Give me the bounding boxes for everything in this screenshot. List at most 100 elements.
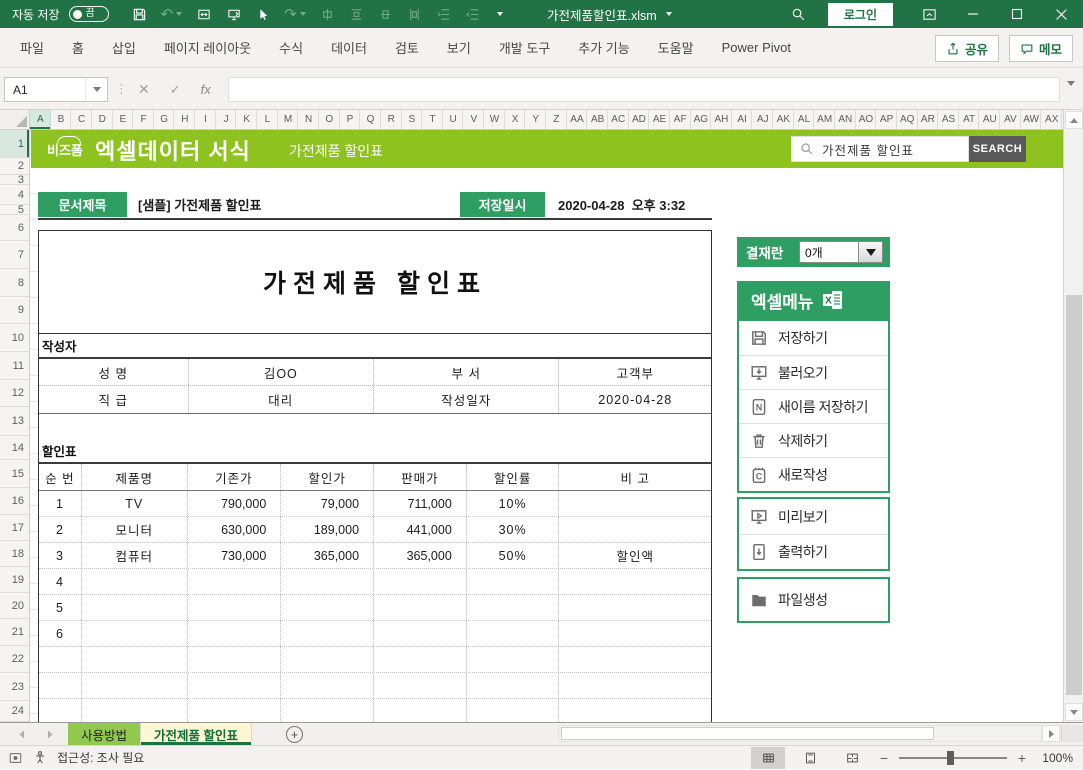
column-header-AU[interactable]: AU [979,110,1000,129]
name-box-dropdown-icon[interactable] [85,78,107,101]
discount-table-cell[interactable]: 6 [39,621,82,646]
discount-section-label[interactable]: 할인표 [39,439,711,464]
row-header-12[interactable]: 12 [0,380,29,407]
row-header-5[interactable]: 5 [0,204,29,216]
column-header-AK[interactable]: AK [773,110,794,129]
ribbon-tab-개발-도구[interactable]: 개발 도구 [485,28,564,67]
column-header-AB[interactable]: AB [587,110,608,129]
menu-item-save[interactable]: 저장하기 [739,321,888,355]
maximize-button[interactable] [995,0,1039,28]
column-header-O[interactable]: O [319,110,340,129]
new-sheet-button[interactable]: + [286,723,303,745]
discount-table-cell[interactable] [559,673,711,698]
column-header-AX[interactable]: AX [1041,110,1062,129]
qat-more-icon[interactable] [494,4,503,24]
menu-item-delete[interactable]: 삭제하기 [739,423,888,457]
saved-at-value[interactable]: 2020-04-28 오후 3:32 [558,192,685,217]
discount-table-cell[interactable] [82,699,188,722]
discount-table-cell[interactable]: 10% [467,491,560,516]
column-header-AQ[interactable]: AQ [897,110,918,129]
banner-search-button[interactable]: SEARCH [969,136,1026,162]
column-header-U[interactable]: U [443,110,464,129]
column-header-AH[interactable]: AH [711,110,732,129]
discount-table-cell[interactable] [281,621,375,646]
discount-table-cell[interactable] [374,569,467,594]
menu-item-print[interactable]: 출력하기 [739,534,888,569]
discount-column-header[interactable]: 제품명 [82,464,188,490]
discount-column-header[interactable]: 비 고 [559,464,711,490]
menu-item-file-create[interactable]: 파일생성 [739,579,888,621]
discount-table-cell[interactable] [559,491,711,516]
ribbon-tab-수식[interactable]: 수식 [265,28,317,67]
sheet-tab-사용방법[interactable]: 사용방법 [68,723,142,745]
discount-table-cell[interactable] [39,673,82,698]
author-field-value[interactable]: 2020-04-28 [559,386,711,413]
column-header-AN[interactable]: AN [835,110,856,129]
discount-table-cell[interactable] [281,699,375,722]
discount-table-cell[interactable]: 730,000 [188,543,282,568]
sheet-tab-가전제품-할인표[interactable]: 가전제품 할인표 [141,723,252,745]
column-header-M[interactable]: M [278,110,299,129]
column-header-AG[interactable]: AG [691,110,712,129]
ribbon-tab-홈[interactable]: 홈 [58,28,98,67]
zoom-slider-thumb[interactable] [947,751,954,765]
discount-table-cell[interactable] [281,569,375,594]
discount-column-header[interactable]: 할인률 [467,464,560,490]
row-header-17[interactable]: 17 [0,515,29,541]
author-field-label[interactable]: 작성일자 [374,386,560,413]
author-field-value[interactable]: 대리 [189,386,375,413]
row-header-18[interactable]: 18 [0,541,29,567]
discount-table-cell[interactable] [467,673,560,698]
row-header-20[interactable]: 20 [0,593,29,619]
discount-table-cell[interactable]: TV [82,491,188,516]
column-header-P[interactable]: P [340,110,361,129]
column-header-AF[interactable]: AF [670,110,691,129]
search-icon[interactable] [784,0,814,28]
column-header-AO[interactable]: AO [856,110,877,129]
share-button[interactable]: 공유 [934,35,999,62]
discount-table-cell[interactable] [374,621,467,646]
discount-table-cell[interactable] [82,569,188,594]
ribbon-tab-검토[interactable]: 검토 [381,28,433,67]
ribbon-tab-추가-기능[interactable]: 추가 기능 [564,28,643,67]
discount-table-cell[interactable] [467,621,560,646]
column-header-AA[interactable]: AA [567,110,588,129]
row-header-2[interactable]: 2 [0,158,29,175]
accessibility-icon[interactable] [33,750,47,765]
column-header-K[interactable]: K [236,110,257,129]
author-field-value[interactable]: 김OO [189,359,375,385]
login-button[interactable]: 로그인 [827,2,893,26]
approval-dropdown-button[interactable] [859,241,883,263]
discount-table-cell[interactable]: 할인액 [559,543,711,568]
discount-table-cell[interactable]: 1 [39,491,82,516]
column-header-Z[interactable]: Z [546,110,567,129]
memo-button[interactable]: 메모 [1008,35,1073,62]
discount-table-cell[interactable] [39,647,82,672]
ribbon-tab-도움말[interactable]: 도움말 [644,28,708,67]
menu-item-save-as[interactable]: N 새이름 저장하기 [739,389,888,423]
tab-scroll-left-icon[interactable] [18,730,26,739]
expand-formula-bar-icon[interactable] [1067,81,1075,104]
column-header-F[interactable]: F [133,110,154,129]
discount-table-cell[interactable]: 30% [467,517,560,542]
ribbon-tab-페이지-레이아웃[interactable]: 페이지 레이아웃 [150,28,265,67]
menu-item-new-doc[interactable]: C 새로작성 [739,457,888,491]
discount-table-cell[interactable]: 711,000 [374,491,467,516]
column-header-AW[interactable]: AW [1021,110,1042,129]
row-header-10[interactable]: 10 [0,324,29,352]
discount-table-cell[interactable] [188,569,282,594]
ribbon-tab-파일[interactable]: 파일 [6,28,58,67]
discount-table-cell[interactable] [188,699,282,722]
discount-table-cell[interactable] [374,595,467,620]
author-section-label[interactable]: 작성자 [39,334,711,359]
discount-table-cell[interactable]: 365,000 [281,543,375,568]
column-header-Q[interactable]: Q [360,110,381,129]
column-header-S[interactable]: S [402,110,423,129]
discount-table-cell[interactable] [559,569,711,594]
discount-column-header[interactable]: 판매가 [374,464,467,490]
discount-table-cell[interactable]: 모니터 [82,517,188,542]
insert-function-icon[interactable]: fx [201,82,211,97]
discount-column-header[interactable]: 할인가 [281,464,374,490]
menu-item-load[interactable]: 불러오기 [739,355,888,389]
discount-table-cell[interactable] [82,621,188,646]
